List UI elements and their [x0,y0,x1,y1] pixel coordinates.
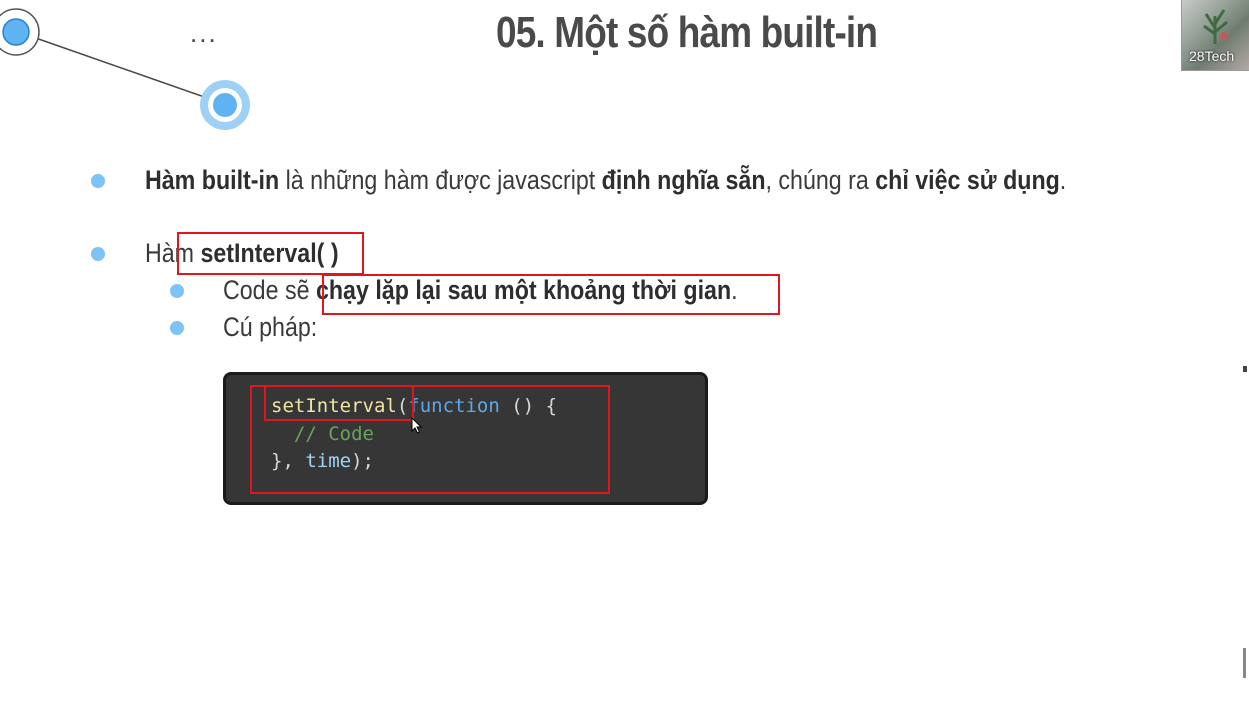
scroll-marker-bottom [1243,648,1246,678]
sub-bullet-1-prefix: Code sẽ [223,275,316,305]
bullet-dot-1 [91,174,105,188]
sub-bullet-dot-1 [170,284,184,298]
plant-icon [1203,9,1228,44]
highlight-box-code-setinterval [264,385,414,421]
bullet-1-end: . [1059,165,1067,195]
decorative-node-graphic [0,8,250,130]
webcam-label: 28Tech [1189,48,1235,64]
highlight-box-repeat-phrase [322,274,780,315]
ellipsis-text: ... [190,18,218,48]
term-just-use: chỉ việc sử dụng [875,165,1060,195]
bullet-1-mid2: , chúng ra [765,165,876,195]
highlight-box-setinterval-heading [177,232,364,275]
bullet-text-1: Hàm built-in là những hàm được javascrip… [145,165,1066,196]
scroll-marker [1243,366,1247,372]
term-predefined: định nghĩa sẵn [601,165,766,195]
slide-title: 05. Một số hàm built-in [496,8,878,57]
mouse-cursor-icon [411,417,423,434]
sub-bullet-text-2: Cú pháp: [223,312,318,342]
sub-bullet-dot-2 [170,321,184,335]
bullet-dot-2 [91,247,105,261]
bullet-1-mid: là những hàm được javascript [279,165,602,195]
webcam-overlay: 28Tech [1181,0,1249,71]
term-builtin: Hàm built-in [145,165,280,195]
